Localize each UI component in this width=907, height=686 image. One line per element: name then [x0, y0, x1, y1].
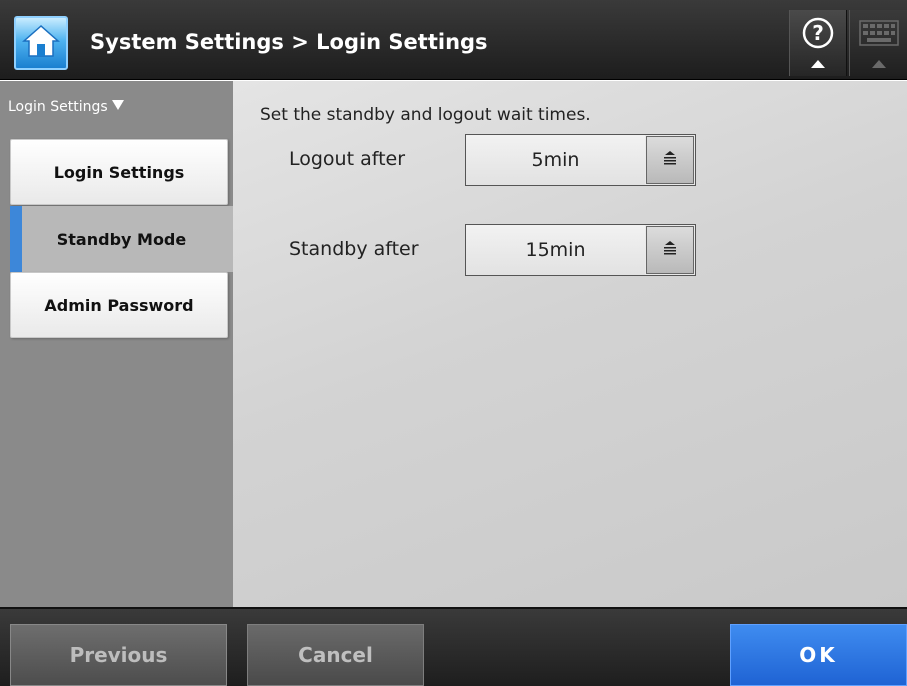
sidebar-item-label: Admin Password: [44, 295, 194, 315]
standby-after-label: Standby after: [289, 238, 419, 260]
standby-after-value: 15min: [466, 225, 645, 275]
sidebar-header-label: Login Settings: [8, 99, 108, 115]
keyboard-icon: [858, 20, 899, 50]
ok-button[interactable]: OK: [730, 624, 907, 686]
help-button[interactable]: ?: [789, 10, 847, 76]
footer-bar: Previous Cancel OK: [0, 607, 907, 686]
logout-after-dropdown-button[interactable]: [646, 136, 694, 184]
page-title: System Settings > Login Settings: [90, 30, 488, 54]
logout-after-label: Logout after: [289, 148, 406, 170]
main-panel: Set the standby and logout wait times. L…: [233, 81, 907, 607]
expand-up-icon: [810, 54, 826, 73]
standby-after-dropdown-button[interactable]: [646, 226, 694, 274]
keyboard-button[interactable]: [849, 10, 907, 76]
previous-button[interactable]: Previous: [10, 624, 227, 686]
triangle-down-icon: [111, 99, 125, 115]
sidebar-header[interactable]: Login Settings: [8, 99, 125, 115]
home-button[interactable]: [14, 16, 68, 70]
sidebar: Login Settings Login Settings Standby Mo…: [0, 81, 233, 607]
standby-after-select[interactable]: 15min: [465, 224, 696, 276]
sidebar-item-label: Login Settings: [53, 162, 185, 182]
sidebar-item-login-settings[interactable]: Login Settings: [10, 139, 228, 205]
expand-up-icon: [871, 54, 887, 73]
instructions-text: Set the standby and logout wait times.: [260, 105, 591, 125]
sidebar-item-label: Standby Mode: [56, 229, 187, 249]
home-icon: [22, 22, 60, 64]
help-icon: ?: [801, 16, 835, 54]
header-bar: System Settings > Login Settings ?: [0, 0, 907, 80]
svg-text:?: ?: [812, 21, 824, 45]
sidebar-item-standby-mode[interactable]: Standby Mode: [10, 206, 233, 272]
app-window: System Settings > Login Settings ? Login…: [0, 0, 907, 686]
dropdown-list-icon: [662, 240, 678, 260]
dropdown-list-icon: [662, 150, 678, 170]
cancel-button[interactable]: Cancel: [247, 624, 424, 686]
logout-after-value: 5min: [466, 135, 645, 185]
logout-after-select[interactable]: 5min: [465, 134, 696, 186]
sidebar-item-admin-password[interactable]: Admin Password: [10, 272, 228, 338]
